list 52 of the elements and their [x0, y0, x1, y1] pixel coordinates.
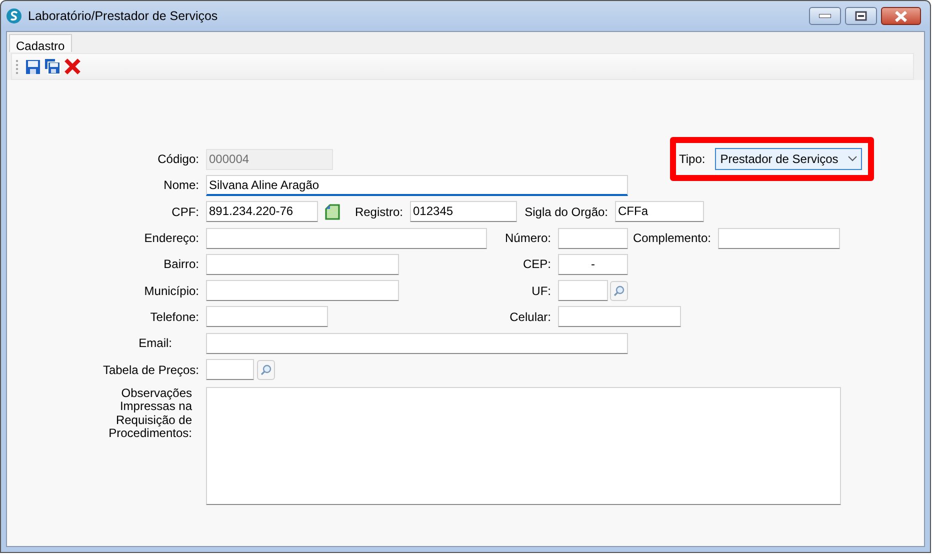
input-field[interactable]: Silvana Aline Aragão: [206, 174, 628, 196]
field-label: Registro:: [354, 204, 404, 221]
input-field[interactable]: [206, 228, 487, 249]
input-field[interactable]: CFFa: [615, 201, 704, 222]
field-label: Telefone:: [149, 308, 200, 326]
search-icon: [613, 284, 625, 297]
search-icon: [260, 364, 272, 376]
window-title: Laboratório/Prestador de Serviços: [28, 8, 218, 25]
input-field[interactable]: [718, 228, 840, 249]
save-all-icon[interactable]: [44, 58, 61, 75]
field-label: CPF:: [170, 204, 200, 221]
input-field[interactable]: [558, 280, 608, 302]
restore-icon: [855, 11, 867, 21]
save-icon[interactable]: [25, 58, 41, 74]
field-label: Sigla do Orgão:: [524, 204, 609, 221]
field-label: Nome:: [162, 177, 200, 194]
input-field[interactable]: -: [558, 254, 628, 275]
field-label: Tipo:: [679, 151, 706, 168]
field-label: Celular:: [508, 308, 552, 326]
field-label: Bairro:: [162, 256, 200, 274]
input-field[interactable]: [558, 306, 681, 328]
input-field[interactable]: [206, 254, 399, 275]
input-field[interactable]: [558, 228, 628, 249]
field-label: Observações Impressas na Requisição de Procedimentos:: [108, 386, 193, 441]
input-field[interactable]: 012345: [410, 201, 517, 222]
app-logo-icon: [6, 8, 22, 24]
close-button[interactable]: [881, 7, 921, 25]
field-label: Número:: [504, 230, 552, 248]
close-icon: [894, 10, 908, 22]
search-button[interactable]: [257, 360, 275, 380]
input-field[interactable]: [206, 306, 328, 328]
field-label: Tabela de Preços:: [102, 362, 200, 379]
field-label: UF:: [530, 282, 552, 300]
field-label: Município:: [143, 282, 200, 300]
search-button[interactable]: [610, 280, 628, 301]
field-label: Email:: [138, 335, 173, 352]
input-field[interactable]: [206, 332, 628, 354]
input-field[interactable]: [206, 359, 254, 380]
field-label: CEP:: [522, 256, 552, 274]
delete-icon[interactable]: [64, 58, 81, 75]
input-field[interactable]: [206, 280, 399, 302]
tab[interactable]: Cadastro: [9, 34, 72, 52]
input-field[interactable]: 891.234.220-76: [206, 201, 318, 222]
field-label: Endereço:: [143, 230, 200, 248]
maximize-button[interactable]: [845, 7, 877, 25]
chevron-down-icon: [848, 156, 858, 162]
document-icon[interactable]: [325, 204, 340, 220]
field-label: Complemento:: [632, 230, 712, 248]
minimize-icon: [819, 14, 831, 18]
field-label: Código:: [156, 151, 200, 168]
type-dropdown[interactable]: Prestador de Serviços: [715, 148, 862, 170]
minimize-button[interactable]: [809, 7, 841, 25]
